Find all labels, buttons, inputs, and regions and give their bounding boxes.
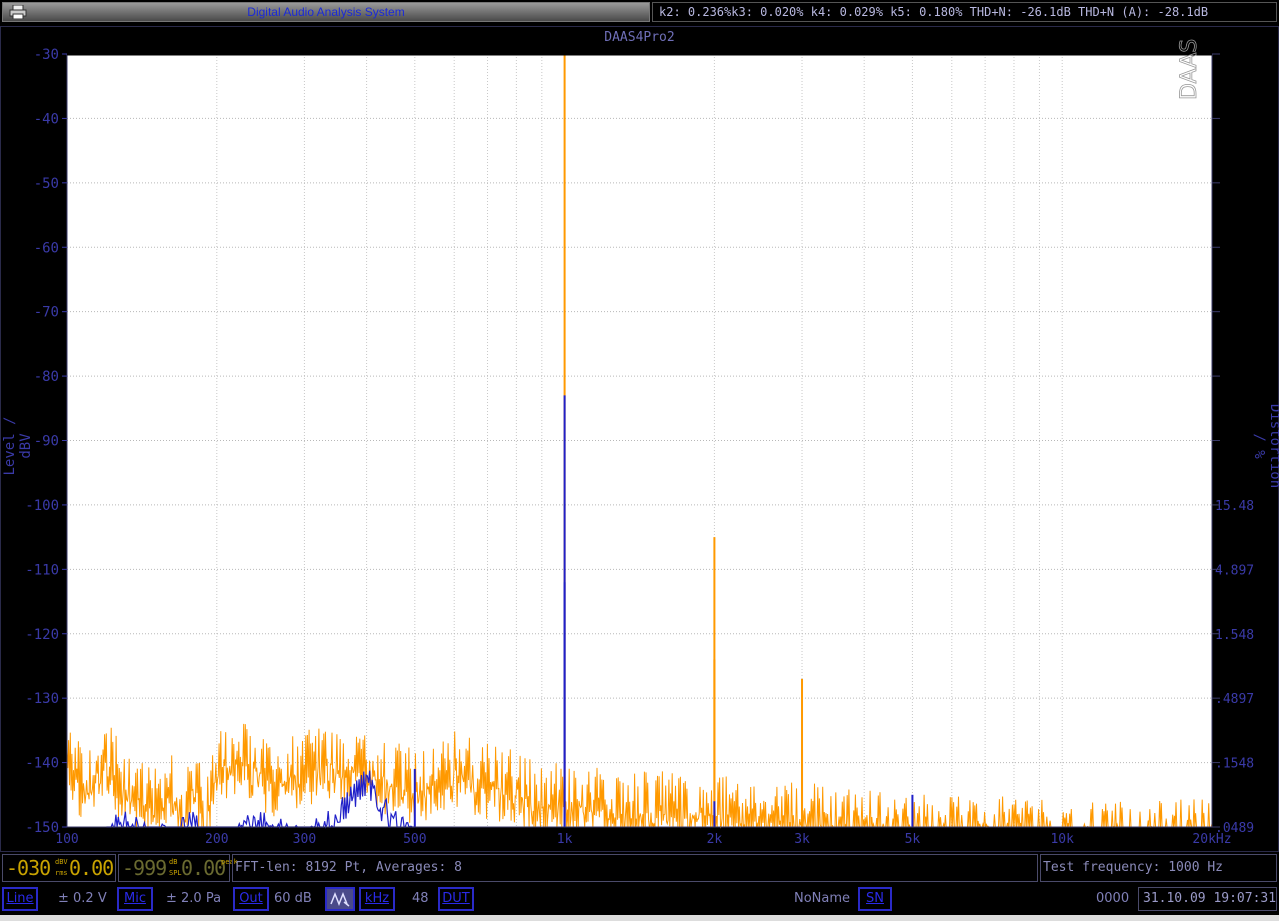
y-tick-label: -50	[34, 176, 59, 192]
x-tick-label: 20kHz	[1192, 832, 1231, 847]
y-tick-label: -140	[25, 756, 59, 772]
level-unit-top: dBV	[55, 858, 68, 866]
spectrum-chart[interactable]: -30 -40 -50 -60 -70 -80 -90 -100 -110 -120 -130 -14…	[0, 0, 1279, 852]
sample-rate-button[interactable]: kHz	[359, 887, 395, 911]
x-tick-label: 10k	[1050, 832, 1074, 847]
y2-tick-label: 15.48	[1215, 499, 1254, 514]
spl-display: -999 dB SPL 0.00 peak	[118, 854, 238, 882]
y-axis-label: Level / dBV	[2, 416, 34, 476]
mic-input-button[interactable]: Mic	[117, 887, 153, 911]
taskbar-strip	[0, 915, 1279, 921]
x-tick-label: 2k	[707, 832, 723, 847]
line-input-button[interactable]: Line	[2, 887, 38, 911]
y-tick-label: -60	[34, 240, 59, 256]
level-unit-bottom: rms	[55, 869, 68, 877]
level-value: -030	[6, 856, 51, 880]
status-bar-settings: Line ± 0.2 V Mic ± 2.0 Pa Out 60 dB kHz …	[0, 885, 1279, 915]
x-tick-label: 1k	[557, 832, 573, 847]
fft-info: FFT-len: 8192 Pt, Averages: 8	[232, 854, 1038, 882]
datetime: 31.10.09 19:07:31	[1138, 887, 1277, 911]
y-tick-label: -30	[34, 47, 59, 63]
output-button[interactable]: Out	[233, 887, 269, 911]
sine-wave-icon	[330, 891, 350, 907]
x-tick-label: 300	[293, 832, 316, 847]
spl-unit-top: dB	[169, 858, 178, 866]
x-tick-label: 100	[55, 832, 78, 847]
y2-tick-label: .1548	[1215, 757, 1254, 772]
spl-value: -999	[122, 856, 167, 880]
level-display: -030 dBV rms 0.00	[2, 854, 116, 882]
line-range: ± 0.2 V	[58, 891, 107, 906]
status-bar-measurement: -030 dBV rms 0.00 -999 dB SPL 0.00 peak …	[0, 853, 1279, 883]
sample-rate: 48	[412, 891, 429, 906]
y-tick-label: -130	[25, 691, 59, 707]
y-tick-label: -110	[25, 562, 59, 578]
y-tick-label: -150	[25, 820, 59, 836]
y-tick-label: -40	[34, 111, 59, 127]
x-tick-label: 500	[403, 832, 426, 847]
y-tick-label: -80	[34, 369, 59, 385]
y2-tick-label: .4897	[1215, 692, 1254, 707]
x-tick-label: 3k	[794, 832, 810, 847]
y-tick-label: -100	[25, 498, 59, 514]
x-tick-label: 5k	[905, 832, 921, 847]
x-tick-label: 200	[205, 832, 228, 847]
test-frequency: Test frequency: 1000 Hz	[1040, 854, 1277, 882]
serial-number-button[interactable]: SN	[858, 887, 892, 911]
generator-toggle-button[interactable]	[325, 887, 355, 911]
spl-unit-bottom: SPL	[169, 869, 182, 877]
output-level: 60 dB	[274, 891, 312, 906]
watermark: DAAS	[1177, 39, 1202, 100]
spl-decimal: 0.00	[181, 856, 226, 880]
y-tick-label: -70	[34, 305, 59, 321]
serial-number: 0000	[1096, 891, 1130, 906]
y-tick-label: -120	[25, 627, 59, 643]
mic-range: ± 2.0 Pa	[166, 891, 222, 906]
dut-button[interactable]: DUT	[438, 887, 474, 911]
dut-name: NoName	[794, 891, 851, 906]
y2-tick-label: 4.897	[1215, 563, 1254, 578]
y2-tick-label: 1.548	[1215, 628, 1254, 643]
y-tick-label: -90	[34, 434, 59, 450]
y2-axis-label: Distortion / %	[1251, 403, 1279, 489]
level-decimal: 0.00	[69, 856, 114, 880]
